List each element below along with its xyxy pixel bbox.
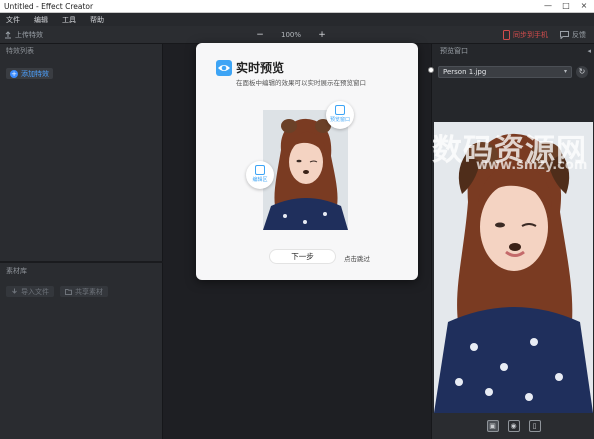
material-actions: 导入文件 共享素材: [6, 286, 108, 297]
panel-divider[interactable]: [0, 261, 163, 263]
image-mode-icon[interactable]: ▣: [486, 420, 499, 432]
pointer-dot: [428, 67, 434, 73]
close-button[interactable]: ×: [576, 1, 592, 11]
title-bar: Untitled - Effect Creator — □ ×: [0, 0, 594, 13]
zoom-in-button[interactable]: +: [317, 30, 327, 40]
refresh-button[interactable]: ↻: [576, 66, 588, 78]
onboarding-dialog: 实时预览 在面板中编辑的效果可以实时展示在预览窗口 预览窗口 编辑区 下一步 点…: [196, 43, 418, 280]
add-effect-label: 添加特效: [21, 69, 49, 78]
window-title: Untitled - Effect Creator: [4, 2, 94, 11]
preview-panel: 预览窗口 ◂ Person 1.jpg ▾ ↻ ▣ ◉ ▯: [431, 44, 594, 439]
watermark-url: www.smzy.com: [476, 158, 588, 173]
feedback-label: 反馈: [572, 31, 586, 39]
preview-tools: ▣ ◉ ▯: [432, 413, 594, 439]
material-library-title: 素材库: [6, 267, 27, 275]
preview-window-bubble: 预览窗口: [326, 101, 354, 129]
preview-window-icon: [335, 105, 345, 115]
location-icon[interactable]: ◉: [507, 420, 520, 432]
sync-to-phone-button[interactable]: 同步到手机: [503, 29, 548, 41]
toolbar: 上传特效 − 100% + 同步到手机 反馈: [0, 26, 594, 44]
plus-icon: +: [10, 69, 18, 78]
preview-panel-header: 预览窗口 ◂: [432, 44, 594, 59]
next-step-button[interactable]: 下一步: [269, 249, 336, 264]
menu-bar: 文件 编辑 工具 帮助: [0, 13, 594, 26]
zoom-out-button[interactable]: −: [255, 30, 265, 40]
add-effect-button[interactable]: + 添加特效: [6, 68, 53, 79]
edit-area-bubble: 编辑区: [246, 161, 274, 189]
phone-icon: [503, 30, 510, 40]
menu-file[interactable]: 文件: [6, 15, 20, 25]
sync-to-phone-label: 同步到手机: [513, 31, 548, 39]
eye-icon-glyph: [218, 65, 230, 71]
effects-list-title: 特效列表: [6, 47, 34, 55]
preview-image-select[interactable]: Person 1.jpg ▾: [438, 66, 572, 78]
selected-image-name: Person 1.jpg: [443, 68, 487, 76]
import-file-label: 导入文件: [21, 287, 49, 296]
upload-icon: [5, 31, 11, 39]
preview-window-bubble-label: 预览窗口: [329, 117, 350, 123]
shared-material-label: 共享素材: [75, 287, 103, 296]
dialog-title: 实时预览: [236, 61, 285, 75]
left-panel: 特效列表 + 添加特效 素材库 导入文件 共享素材: [0, 44, 163, 439]
phone-mode-icon[interactable]: ▯: [528, 420, 541, 432]
zoom-level: 100%: [281, 31, 302, 39]
menu-help[interactable]: 帮助: [90, 15, 104, 25]
feedback-button[interactable]: 反馈: [560, 29, 586, 41]
dialog-description: 在面板中编辑的效果可以实时展示在预览窗口: [236, 79, 366, 87]
zoom-control: − 100% +: [255, 29, 327, 41]
collapse-icon[interactable]: ◂: [587, 44, 591, 59]
menu-tools[interactable]: 工具: [62, 15, 76, 25]
window-controls: — □ ×: [540, 1, 592, 11]
eye-icon: [216, 60, 232, 76]
maximize-button[interactable]: □: [558, 1, 574, 11]
shared-material-button[interactable]: 共享素材: [60, 286, 108, 297]
import-file-button[interactable]: 导入文件: [6, 286, 54, 297]
upload-effect-label: 上传特效: [15, 31, 43, 39]
minimize-button[interactable]: —: [540, 1, 556, 11]
skip-link[interactable]: 点击跳过: [344, 253, 370, 263]
chat-icon: [560, 31, 569, 39]
edit-area-icon: [255, 165, 265, 175]
edit-area-bubble-label: 编辑区: [252, 177, 268, 183]
preview-panel-title: 预览窗口: [440, 47, 468, 55]
folder-icon: [65, 289, 72, 295]
menu-edit[interactable]: 编辑: [34, 15, 48, 25]
chevron-down-icon: ▾: [563, 68, 567, 75]
upload-effect-button[interactable]: 上传特效: [4, 29, 43, 41]
import-icon: [12, 288, 17, 294]
